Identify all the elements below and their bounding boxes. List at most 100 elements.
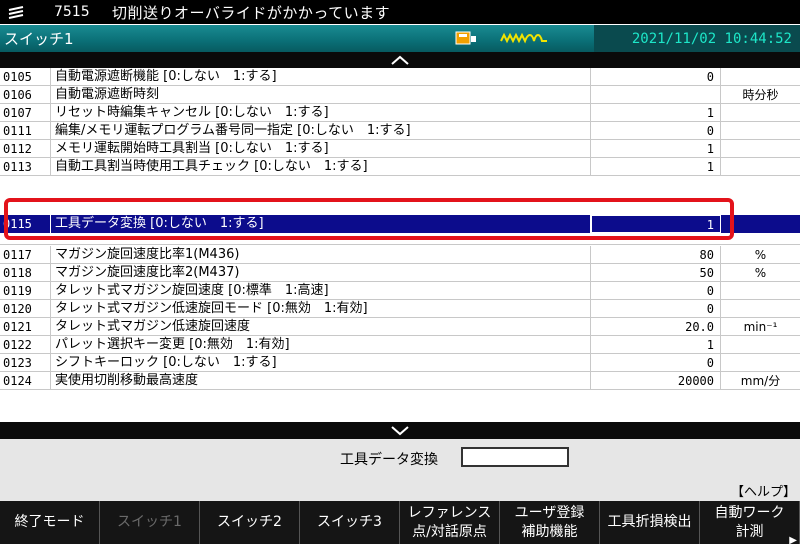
param-value: 0 bbox=[591, 300, 721, 317]
alarm-arrows-icon bbox=[0, 0, 34, 24]
param-number: 0111 bbox=[0, 122, 51, 139]
param-value bbox=[591, 86, 721, 103]
input-area: 工具データ変換 【ヘルプ】 bbox=[0, 439, 800, 501]
softkey-tool-breakage-detection[interactable]: 工具折損検出 bbox=[600, 501, 700, 544]
softkey-label: 終了モード bbox=[14, 514, 85, 530]
param-value: 0 bbox=[591, 282, 721, 299]
screen-title: スイッチ1 bbox=[4, 30, 74, 48]
obscured-row bbox=[0, 233, 800, 245]
param-name: 工具データ変換 [0:しない 1:する] bbox=[51, 215, 591, 233]
param-number: 0115 bbox=[0, 215, 51, 233]
param-number: 0119 bbox=[0, 282, 51, 299]
next-page-icon: ▶ bbox=[789, 535, 797, 544]
param-number: 0106 bbox=[0, 86, 51, 103]
param-name: 自動電源遮断時刻 bbox=[51, 86, 591, 103]
param-name: マガジン旋回速度比率2(M437) bbox=[51, 264, 591, 281]
spindle-wave-icon bbox=[498, 28, 550, 48]
obscured-row bbox=[0, 176, 800, 184]
softkey-user-aux-function[interactable]: ユーザ登録 補助機能 bbox=[500, 501, 600, 544]
input-label: 工具データ変換 bbox=[340, 452, 438, 468]
softkey-auto-work-measure[interactable]: 自動ワーク 計測 ▶ bbox=[700, 501, 800, 544]
softkey-label: レファレンス bbox=[407, 504, 492, 521]
param-name: パレット選択キー変更 [0:無効 1:有効] bbox=[51, 336, 591, 353]
scroll-up-button[interactable] bbox=[0, 52, 800, 68]
softkey-switch2[interactable]: スイッチ2 bbox=[200, 501, 300, 544]
param-name: シフトキーロック [0:しない 1:する] bbox=[51, 354, 591, 371]
softkey-label: スイッチ1 bbox=[117, 514, 182, 530]
param-name: 自動電源遮断機能 [0:しない 1:する] bbox=[51, 68, 591, 85]
param-name: 自動工具割当時使用工具チェック [0:しない 1:する] bbox=[51, 158, 591, 175]
param-value: 80 bbox=[591, 246, 721, 263]
softkey-label: 計測 bbox=[735, 523, 764, 540]
param-unit: min⁻¹ bbox=[743, 320, 778, 334]
param-number: 0105 bbox=[0, 68, 51, 85]
scroll-down-button[interactable] bbox=[0, 422, 800, 439]
chevron-up-icon bbox=[391, 55, 409, 65]
param-row[interactable]: 0112 メモリ運転開始時工具割当 [0:しない 1:する] 1 bbox=[0, 140, 800, 158]
param-row[interactable]: 0121 タレット式マガジン低速旋回速度 20.0 min⁻¹ bbox=[0, 318, 800, 336]
param-name: マガジン旋回速度比率1(M436) bbox=[51, 246, 591, 263]
param-number: 0107 bbox=[0, 104, 51, 121]
param-number: 0122 bbox=[0, 336, 51, 353]
param-value: 1 bbox=[591, 336, 721, 353]
param-row[interactable]: 0123 シフトキーロック [0:しない 1:する] 0 bbox=[0, 354, 800, 372]
param-number: 0121 bbox=[0, 318, 51, 335]
param-value: 20000 bbox=[591, 372, 721, 389]
help-label[interactable]: 【ヘルプ】 bbox=[731, 481, 796, 500]
param-row[interactable]: 0124 実使用切削移動最高速度 20000 mm/分 bbox=[0, 372, 800, 390]
alarm-bar: 7515 切削送りオーバライドがかかっています bbox=[0, 0, 800, 24]
param-unit bbox=[721, 140, 800, 157]
param-number: 0118 bbox=[0, 264, 51, 281]
param-row[interactable]: 0120 タレット式マガジン低速旋回モード [0:無効 1:有効] 0 bbox=[0, 300, 800, 318]
param-unit: mm/分 bbox=[740, 374, 781, 388]
param-value: 0 bbox=[591, 122, 721, 139]
param-name: メモリ運転開始時工具割当 [0:しない 1:する] bbox=[51, 140, 591, 157]
param-row[interactable]: 0107 リセット時編集キャンセル [0:しない 1:する] 1 bbox=[0, 104, 800, 122]
selected-param-row[interactable]: 0115 工具データ変換 [0:しない 1:する] 1 bbox=[0, 215, 800, 233]
param-row[interactable]: 0111 編集/メモリ運転プログラム番号同一指定 [0:しない 1:する] 0 bbox=[0, 122, 800, 140]
softkey-switch3[interactable]: スイッチ3 bbox=[300, 501, 400, 544]
param-number: 0123 bbox=[0, 354, 51, 371]
param-number: 0117 bbox=[0, 246, 51, 263]
param-name: 編集/メモリ運転プログラム番号同一指定 [0:しない 1:する] bbox=[51, 122, 591, 139]
param-value: 0 bbox=[591, 68, 721, 85]
softkey-label: 工具折損検出 bbox=[607, 514, 692, 530]
value-input[interactable] bbox=[461, 447, 569, 467]
chevron-down-icon bbox=[391, 425, 409, 435]
softkey-label: ユーザ登録 bbox=[514, 504, 585, 521]
softkey-end-mode[interactable]: 終了モード bbox=[0, 501, 100, 544]
softkey-label: 補助機能 bbox=[521, 523, 578, 540]
param-row[interactable]: 0106 自動電源遮断時刻 時分秒 bbox=[0, 86, 800, 104]
param-unit bbox=[721, 336, 800, 353]
param-row[interactable]: 0119 タレット式マガジン旋回速度 [0:標準 1:高速] 0 bbox=[0, 282, 800, 300]
param-row[interactable]: 0118 マガジン旋回速度比率2(M437) 50 % bbox=[0, 264, 800, 282]
softkey-reference-point[interactable]: レファレンス 点/対話原点 bbox=[400, 501, 500, 544]
param-row[interactable]: 0117 マガジン旋回速度比率1(M436) 80 % bbox=[0, 246, 800, 264]
param-number: 0124 bbox=[0, 372, 51, 389]
param-value[interactable]: 1 bbox=[591, 215, 721, 233]
param-value: 20.0 bbox=[591, 318, 721, 335]
param-unit: 時分秒 bbox=[742, 88, 779, 102]
param-name: タレット式マガジン低速旋回モード [0:無効 1:有効] bbox=[51, 300, 591, 317]
param-value: 1 bbox=[591, 140, 721, 157]
param-number: 0120 bbox=[0, 300, 51, 317]
param-value: 1 bbox=[591, 158, 721, 175]
param-unit bbox=[721, 68, 800, 85]
param-unit: % bbox=[754, 248, 767, 262]
param-unit bbox=[721, 104, 800, 121]
softkey-bar: 終了モード スイッチ1 スイッチ2 スイッチ3 レファレンス 点/対話原点 ユー… bbox=[0, 501, 800, 544]
param-unit bbox=[721, 354, 800, 371]
datetime-display: 2021/11/02 10:44:52 bbox=[594, 25, 800, 52]
param-row[interactable]: 0105 自動電源遮断機能 [0:しない 1:する] 0 bbox=[0, 68, 800, 86]
param-name: 実使用切削移動最高速度 bbox=[51, 372, 591, 389]
softkey-label: スイッチ2 bbox=[217, 514, 282, 530]
param-name: タレット式マガジン低速旋回速度 bbox=[51, 318, 591, 335]
param-unit bbox=[721, 158, 800, 175]
title-bar: スイッチ1 2021/11/02 10:44:52 bbox=[0, 25, 800, 52]
param-row[interactable]: 0113 自動工具割当時使用工具チェック [0:しない 1:する] 1 bbox=[0, 158, 800, 176]
param-value: 0 bbox=[591, 354, 721, 371]
softkey-label: スイッチ3 bbox=[317, 514, 382, 530]
param-row[interactable]: 0122 パレット選択キー変更 [0:無効 1:有効] 1 bbox=[0, 336, 800, 354]
softkey-label: 自動ワーク bbox=[714, 504, 785, 521]
param-number: 0112 bbox=[0, 140, 51, 157]
